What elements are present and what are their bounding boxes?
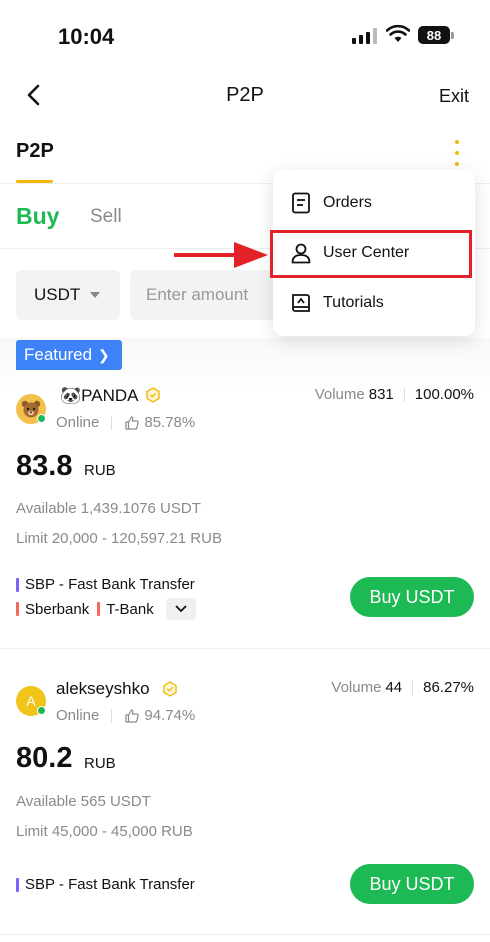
buy-usdt-button[interactable]: Buy USDT xyxy=(350,864,474,904)
volume-label: Volume xyxy=(331,679,382,696)
merchant-status-row: Online 94.74% xyxy=(56,707,195,724)
status-time: 10:04 xyxy=(58,24,115,49)
offer-price: 80.2 xyxy=(16,742,73,774)
chevron-down-icon xyxy=(175,605,187,613)
featured-badge[interactable]: Featured ❯ xyxy=(16,340,122,370)
featured-label: Featured xyxy=(24,345,93,364)
payment-method: SBP - Fast Bank Transfer xyxy=(16,576,195,593)
merchant-name-text: PANDA xyxy=(81,386,139,405)
payment-label: Sberbank xyxy=(25,600,90,618)
battery-icon: 88 xyxy=(418,26,450,44)
volume-label: Volume xyxy=(314,386,365,403)
battery-tip xyxy=(451,32,454,39)
limit-label: Limit xyxy=(16,530,48,547)
payment-label: T-Bank xyxy=(106,600,154,618)
payment-color-bar xyxy=(16,577,19,592)
payment-method: SBP - Fast Bank Transfer xyxy=(16,876,195,893)
currency-select[interactable]: USDT xyxy=(16,270,120,320)
merchant-stats: Volume 831 100.00% xyxy=(315,386,474,403)
rating-value: 85.78% xyxy=(144,414,196,431)
divider xyxy=(0,934,490,935)
tab-buy[interactable]: Buy xyxy=(16,203,59,230)
price-currency: RUB xyxy=(84,755,116,772)
exit-button[interactable]: Exit xyxy=(439,86,469,107)
online-indicator xyxy=(37,706,46,715)
thumbs-up-icon xyxy=(125,415,140,430)
available-label: Available xyxy=(16,793,77,810)
verified-badge-icon xyxy=(163,681,177,697)
menu-item-label: Orders xyxy=(323,194,372,211)
cellular-signal-icon xyxy=(352,28,377,44)
book-icon xyxy=(289,291,313,315)
red-arrow-icon xyxy=(174,242,268,268)
amount-input[interactable] xyxy=(130,270,290,320)
currency-value: USDT xyxy=(34,285,81,304)
payment-label: SBP - Fast Bank Transfer xyxy=(25,876,195,893)
expand-payments-button[interactable] xyxy=(165,598,196,620)
name-prefix-emoji: 🐼 xyxy=(60,386,82,405)
available-value: 1,439.1076 USDT xyxy=(80,500,201,517)
volume-value: 44 xyxy=(385,679,403,696)
available-row: Available 1,439.1076 USDT xyxy=(16,500,201,517)
merchant-stats: Volume 44 86.27% xyxy=(331,679,474,696)
wifi-icon xyxy=(386,24,410,42)
available-row: Available 565 USDT xyxy=(16,793,151,810)
price-currency: RUB xyxy=(84,462,116,479)
limit-row: Limit 20,000 - 120,597.21 RUB xyxy=(16,530,222,547)
completion-rate: 100.00% xyxy=(414,386,474,403)
payment-label: SBP - Fast Bank Transfer xyxy=(25,576,195,593)
status-bar: 10:04 88 xyxy=(0,0,490,70)
payment-color-bar xyxy=(97,602,101,616)
chevron-right-icon: ❯ xyxy=(98,346,110,363)
tab-sell[interactable]: Sell xyxy=(90,206,122,228)
online-indicator xyxy=(37,414,46,423)
limit-row: Limit 45,000 - 45,000 RUB xyxy=(16,823,193,840)
menu-item-tutorials[interactable]: Tutorials xyxy=(273,278,475,328)
caret-down-icon xyxy=(90,292,101,298)
verified-badge-icon xyxy=(146,387,160,403)
payment-color-bar xyxy=(16,877,19,892)
rating-value: 94.74% xyxy=(144,707,196,724)
menu-item-label: Tutorials xyxy=(323,294,384,311)
merchant-status-row: Online 85.78% xyxy=(56,414,195,431)
document-icon xyxy=(289,191,313,215)
divider xyxy=(0,648,490,649)
more-menu-icon[interactable] xyxy=(452,140,462,166)
payment-methods-row: Sberbank T-Bank xyxy=(16,598,196,620)
available-label: Available xyxy=(16,500,77,517)
volume-value: 831 xyxy=(368,386,394,403)
nav-bar: P2P Exit xyxy=(0,70,490,122)
buy-usdt-button[interactable]: Buy USDT xyxy=(350,577,474,617)
limit-value: 20,000 - 120,597.21 RUB xyxy=(51,530,222,547)
completion-rate: 86.27% xyxy=(423,679,474,696)
limit-value: 45,000 - 45,000 RUB xyxy=(51,823,193,840)
thumbs-up-icon xyxy=(125,708,140,723)
avatar-letter: A xyxy=(26,693,36,709)
available-value: 565 USDT xyxy=(80,793,151,810)
merchant-name[interactable]: alekseyshko xyxy=(56,679,150,699)
payment-color-bar xyxy=(16,602,19,616)
menu-item-orders[interactable]: Orders xyxy=(273,178,475,228)
online-status: Online xyxy=(56,707,100,724)
merchant-name[interactable]: 🐼PANDA xyxy=(60,386,138,406)
highlight-box xyxy=(270,230,472,278)
page-title: P2P xyxy=(226,84,264,106)
tab-p2p[interactable]: P2P xyxy=(16,140,54,163)
offer-price: 83.8 xyxy=(16,450,73,482)
online-status: Online xyxy=(56,414,100,431)
limit-label: Limit xyxy=(16,823,48,840)
